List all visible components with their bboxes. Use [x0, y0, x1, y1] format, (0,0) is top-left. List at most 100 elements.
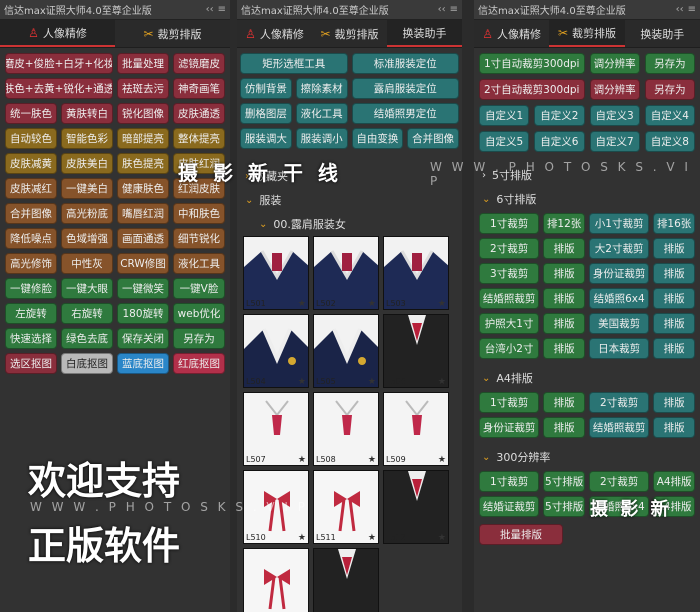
button-panel3-six-21[interactable]: 排版 — [543, 338, 585, 359]
button-panel3-six-13[interactable]: 排版 — [543, 288, 585, 309]
outfit-thumbnail[interactable]: L507 ★ — [243, 392, 309, 466]
button-panel1-buttons-25[interactable]: 中和肤色 — [173, 203, 225, 224]
button-panel2-buttons-7[interactable]: 结婚照男定位 — [351, 103, 459, 124]
button-panel3-six-14[interactable]: 结婚照6x4 — [589, 288, 650, 309]
button-panel1-buttons-41[interactable]: web优化 — [173, 303, 225, 324]
button-panel3-six-12[interactable]: 结婚照裁剪 — [479, 288, 540, 309]
button-panel1-buttons-35[interactable]: 一键大眼 — [61, 278, 113, 299]
button-panel1-buttons-9[interactable]: 皮肤通透 — [173, 103, 225, 124]
favorite-star-icon[interactable]: ★ — [368, 455, 376, 465]
button-panel3-six-18[interactable]: 美国裁剪 — [589, 313, 650, 334]
button-panel1-buttons-29[interactable]: 细节锐化 — [173, 228, 225, 249]
outfit-thumbnail[interactable]: L502 ★ — [313, 236, 379, 310]
button-panel1-buttons-5[interactable]: 神奇画笔 — [173, 78, 225, 99]
button-panel1-buttons-38[interactable]: 左旋转 — [5, 303, 57, 324]
button-panel1-buttons-45[interactable]: 另存为 — [173, 328, 225, 349]
button-panel1-buttons-14[interactable]: 皮肤减黄 — [5, 153, 57, 174]
button-panel1-buttons-15[interactable]: 皮肤美白 — [61, 153, 113, 174]
tab-portrait-retouch[interactable]: ♙ 人像精修 — [237, 20, 312, 47]
button-panel1-buttons-12[interactable]: 暗部提亮 — [117, 128, 169, 149]
button-panel3-six-8[interactable]: 3寸裁剪 — [479, 263, 540, 284]
outfit-thumbnail[interactable] — [243, 548, 309, 612]
button-panel1-buttons-11[interactable]: 智能色彩 — [61, 128, 113, 149]
section-a4[interactable]: ⌄ A4排版 — [474, 366, 700, 390]
button-panel3-a4-4[interactable]: 身份证裁剪 — [479, 417, 540, 438]
tab-outfit-assistant[interactable]: 换装助手 — [387, 20, 462, 47]
outfit-thumbnail[interactable]: L504 ★ — [243, 314, 309, 388]
favorite-star-icon[interactable]: ★ — [438, 377, 446, 387]
button-panel1-buttons-40[interactable]: 180旋转 — [117, 303, 169, 324]
button-panel1-buttons-23[interactable]: 高光粉底 — [61, 203, 113, 224]
button-panel2-buttons-11[interactable]: 合并图像 — [407, 128, 459, 149]
button-panel1-buttons-20[interactable]: 健康肤色 — [117, 178, 169, 199]
menu-icon[interactable]: ≡ — [218, 4, 226, 15]
favorite-star-icon[interactable]: ★ — [368, 377, 376, 387]
button-panel3-top-6[interactable]: 自定义1 — [479, 105, 530, 126]
section-300dpi[interactable]: ⌄ 300分辨率 — [474, 445, 700, 469]
button-panel1-buttons-31[interactable]: 中性灰 — [61, 253, 113, 274]
button-panel3-top-5[interactable]: 另存为 — [644, 79, 695, 100]
button-panel1-buttons-10[interactable]: 自动较色 — [5, 128, 57, 149]
button-panel3-a4-5[interactable]: 排版 — [543, 417, 585, 438]
button-panel3-six-15[interactable]: 排版 — [653, 288, 695, 309]
button-panel3-six-10[interactable]: 身份证裁剪 — [589, 263, 650, 284]
button-panel1-buttons-47[interactable]: 白底抠图 — [61, 353, 113, 374]
button-panel1-buttons-6[interactable]: 统一肤色 — [5, 103, 57, 124]
outfit-thumbnail[interactable] — [313, 548, 379, 612]
favorite-star-icon[interactable]: ★ — [438, 533, 446, 543]
button-panel3-a4-1[interactable]: 排版 — [543, 392, 585, 413]
button-panel1-buttons-1[interactable]: 批量处理 — [117, 53, 169, 74]
button-panel2-buttons-5[interactable]: 删格图层 — [240, 103, 292, 124]
button-panel1-buttons-39[interactable]: 右旋转 — [61, 303, 113, 324]
button-panel1-buttons-48[interactable]: 蓝底抠图 — [117, 353, 169, 374]
button-panel3-six-5[interactable]: 排版 — [543, 238, 585, 259]
section-6inch[interactable]: ⌄ 6寸排版 — [474, 187, 700, 211]
collapse-icon[interactable]: ‹‹ — [438, 4, 446, 15]
button-panel1-buttons-4[interactable]: 祛斑去污 — [117, 78, 169, 99]
collapse-icon[interactable]: ‹‹ — [676, 4, 684, 15]
button-panel1-buttons-28[interactable]: 画面通透 — [117, 228, 169, 249]
button-panel3-six-22[interactable]: 日本裁剪 — [589, 338, 650, 359]
button-panel3-six-17[interactable]: 排版 — [543, 313, 585, 334]
button-panel3-six-3[interactable]: 排16张 — [653, 213, 695, 234]
favorite-star-icon[interactable]: ★ — [298, 533, 306, 543]
outfit-thumbnail[interactable]: L512 ★ — [383, 470, 449, 544]
button-panel3-six-23[interactable]: 排版 — [653, 338, 695, 359]
button-panel3-r300-3[interactable]: A4排版 — [653, 471, 695, 492]
favorite-star-icon[interactable]: ★ — [368, 299, 376, 309]
button-panel1-buttons-27[interactable]: 色域增强 — [61, 228, 113, 249]
button-panel1-buttons-13[interactable]: 整体提亮 — [173, 128, 225, 149]
outfit-thumbnail[interactable]: L501 ★ — [243, 236, 309, 310]
outfit-thumbnail[interactable]: L511 ★ — [313, 470, 379, 544]
outfit-thumbnail[interactable]: L509 ★ — [383, 392, 449, 466]
button-panel3-six-11[interactable]: 排版 — [653, 263, 695, 284]
outfit-thumbnail[interactable]: L508 ★ — [313, 392, 379, 466]
button-panel3-a4-6[interactable]: 结婚照裁剪 — [589, 417, 650, 438]
button-panel1-buttons-43[interactable]: 绿色去底 — [61, 328, 113, 349]
tab-crop-layout[interactable]: ✂ 裁剪排版 — [312, 20, 387, 47]
tab-portrait-retouch[interactable]: ♙ 人像精修 — [0, 20, 115, 47]
button-panel1-buttons-42[interactable]: 快速选择 — [5, 328, 57, 349]
button-panel3-top-8[interactable]: 自定义3 — [589, 105, 640, 126]
button-panel1-buttons-24[interactable]: 嘴唇红润 — [117, 203, 169, 224]
button-panel3-a4-3[interactable]: 排版 — [653, 392, 695, 413]
button-panel2-buttons-4[interactable]: 露肩服装定位 — [351, 78, 459, 99]
menu-icon[interactable]: ≡ — [450, 4, 458, 15]
button-panel3-top-1[interactable]: 调分辨率 — [589, 53, 640, 74]
button-panel1-buttons-18[interactable]: 皮肤减红 — [5, 178, 57, 199]
outfit-thumbnail[interactable]: L505 ★ — [313, 314, 379, 388]
button-panel2-buttons-10[interactable]: 自由变换 — [351, 128, 404, 149]
favorite-star-icon[interactable]: ★ — [438, 455, 446, 465]
button-panel1-buttons-19[interactable]: 一键美白 — [61, 178, 113, 199]
button-panel3-top-0[interactable]: 1寸自动裁剪300dpi — [479, 53, 585, 74]
button-panel3-six-19[interactable]: 排版 — [653, 313, 695, 334]
button-panel1-buttons-30[interactable]: 高光修饰 — [5, 253, 57, 274]
tab-outfit-assistant[interactable]: 换装助手 — [625, 20, 700, 47]
favorite-star-icon[interactable]: ★ — [298, 299, 306, 309]
button-panel1-buttons-2[interactable]: 滤镜磨皮 — [173, 53, 225, 74]
button-panel3-top-3[interactable]: 2寸自动裁剪300dpi — [479, 79, 585, 100]
button-panel3-top-12[interactable]: 自定义7 — [589, 131, 640, 152]
button-panel1-buttons-37[interactable]: 一键V脸 — [173, 278, 225, 299]
button-panel3-top-13[interactable]: 自定义8 — [644, 131, 695, 152]
button-panel3-a4-7[interactable]: 排版 — [653, 417, 695, 438]
